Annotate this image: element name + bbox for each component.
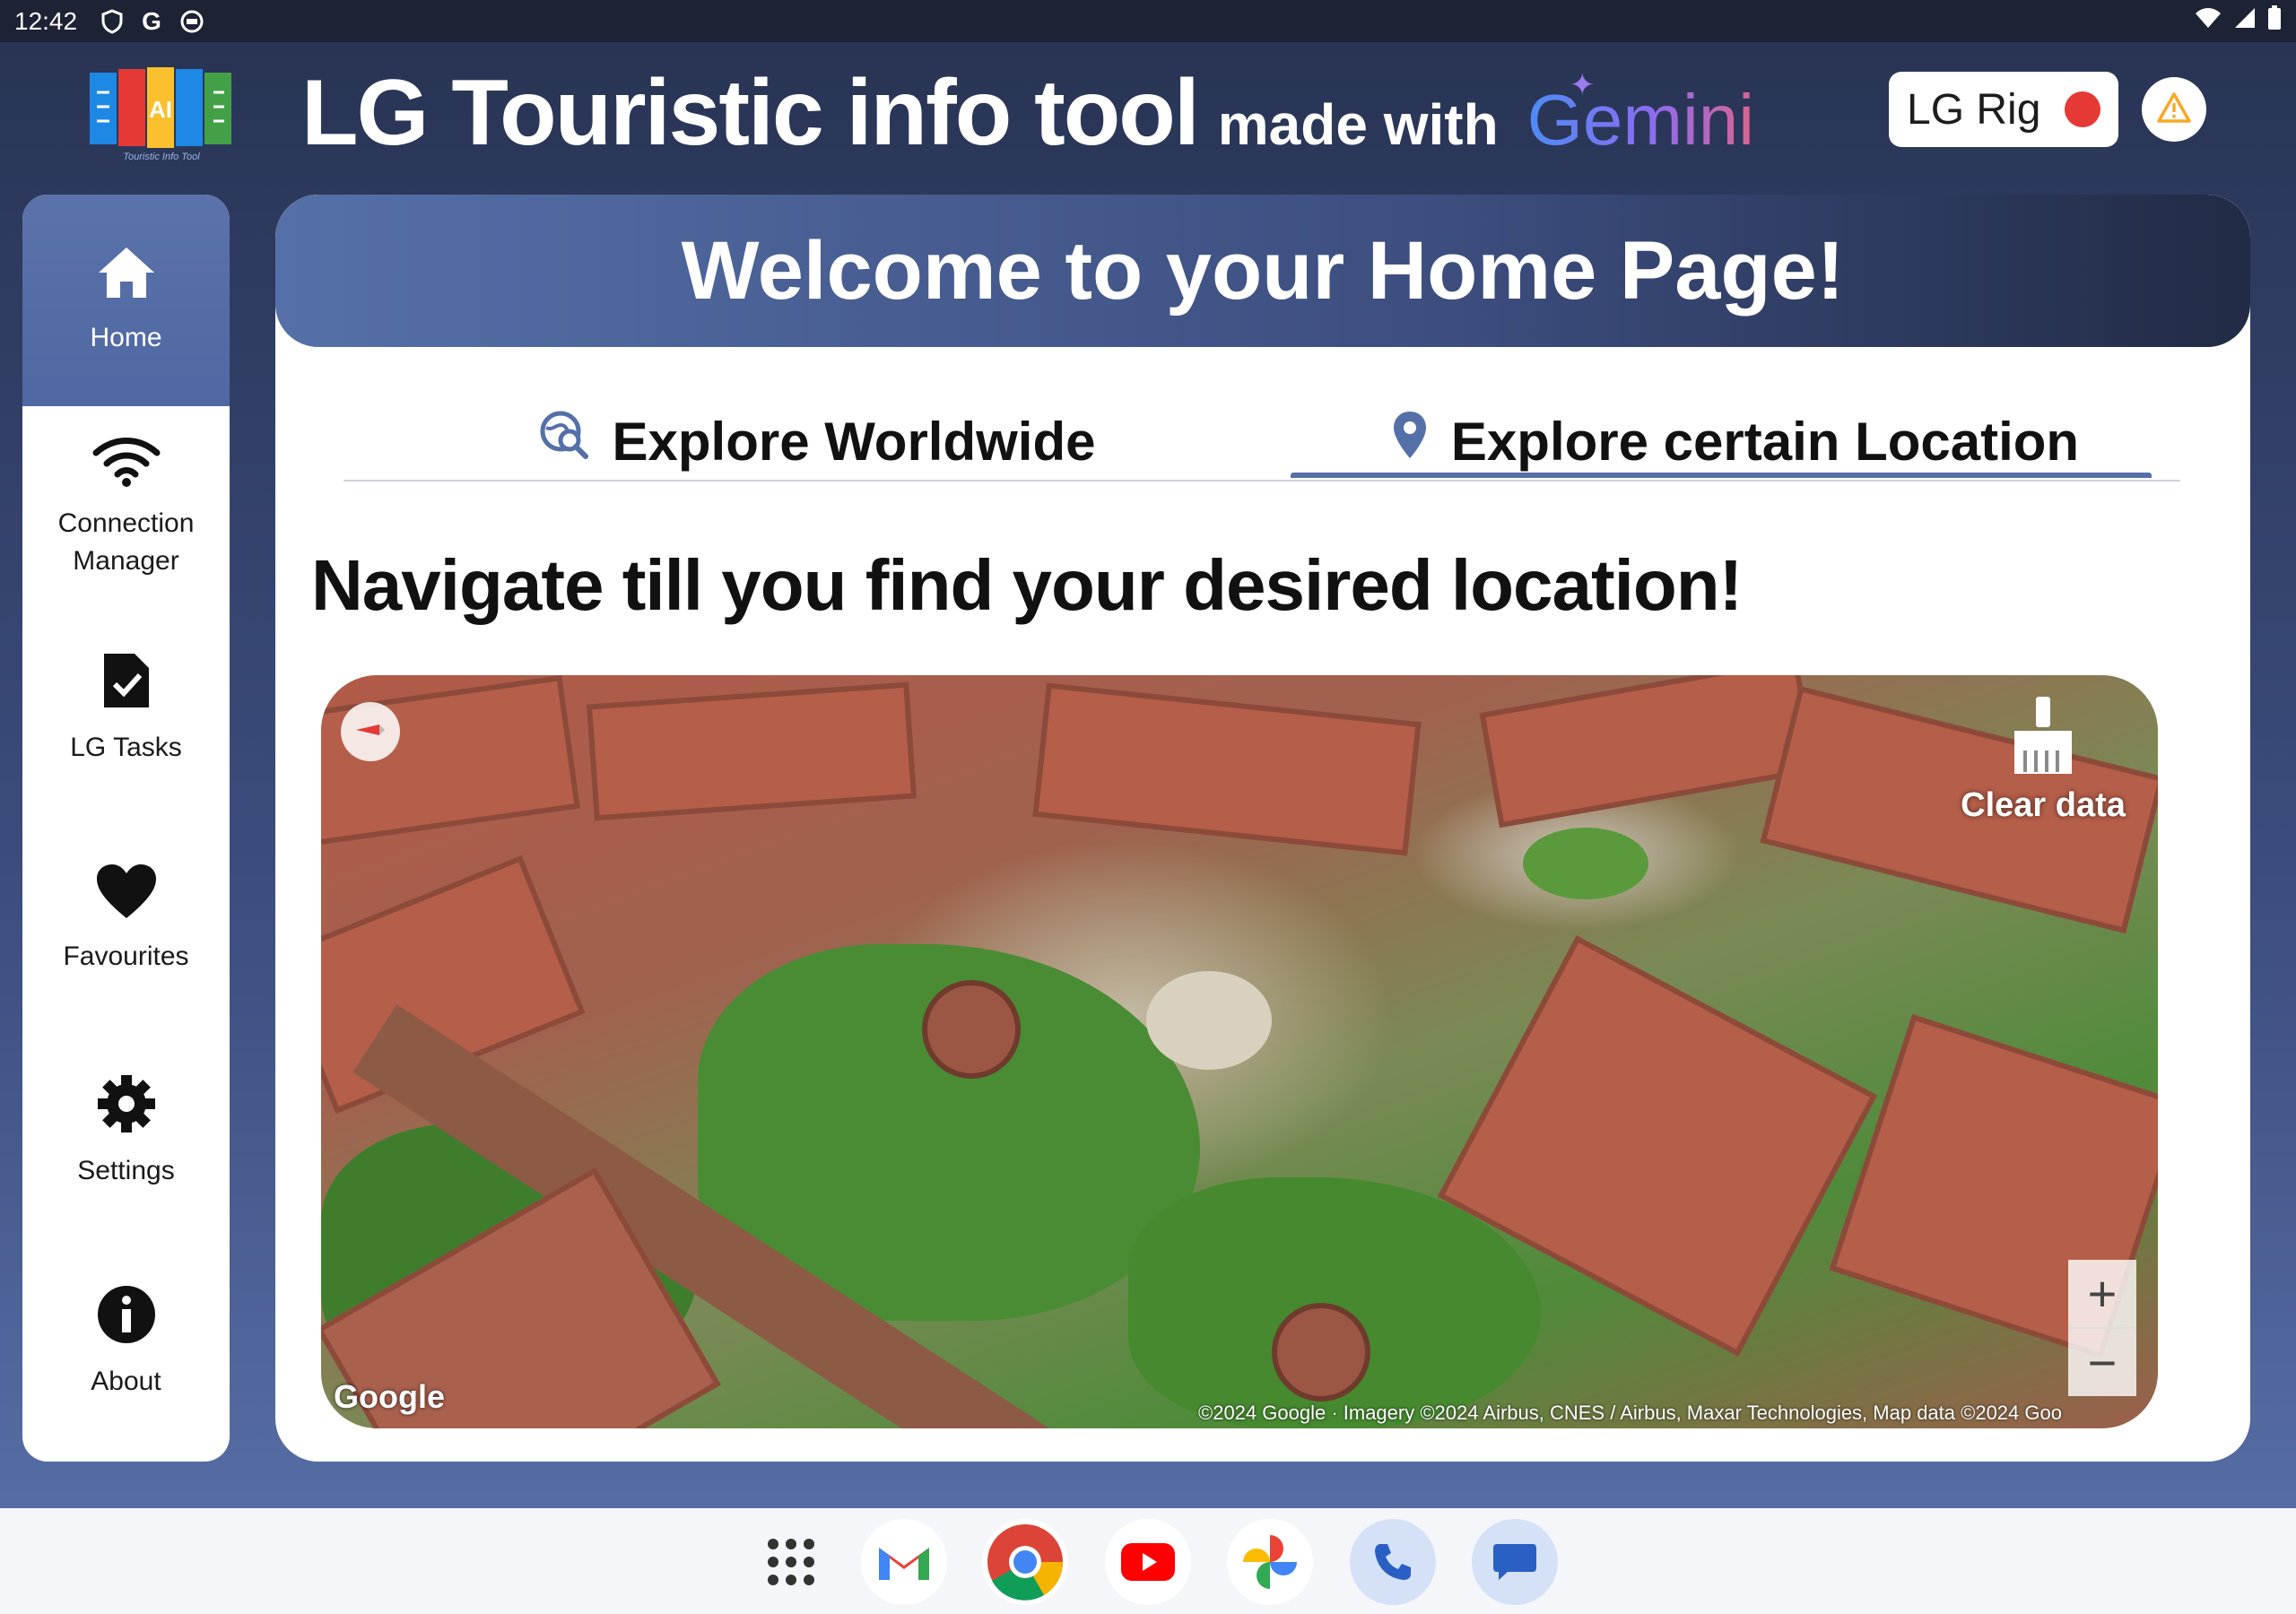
chrome-icon[interactable] [982,1519,1068,1605]
zoom-in-button[interactable]: + [2068,1260,2136,1329]
sidebar-item-favourites[interactable]: Favourites [22,863,230,976]
face-icon [179,9,204,34]
rig-status-dot [2065,91,2100,127]
battery-icon [2267,5,2282,37]
google-logo: Google [334,1378,445,1415]
map-castle-tower [922,980,1021,1079]
shield-icon [100,8,124,34]
satellite-map[interactable]: Clear data + − Google ©2024 Google · Ima… [321,675,2158,1428]
map-fountain-plaza [1146,971,1272,1070]
app-drawer-icon[interactable] [748,1519,834,1605]
main-panel: Welcome to your Home Page! Explore World… [275,195,2250,1462]
tab-selected-indicator [1291,473,2152,478]
clear-data-label: Clear data [1961,786,2126,824]
tab-bar: Explore Worldwide Explore certain Locati… [344,401,2180,482]
status-time: 12:42 [14,6,78,35]
location-pin-icon [1392,410,1428,473]
clear-data-button[interactable]: Clear data [1944,695,2142,825]
tab-label: Explore certain Location [1450,411,2080,472]
gemini-sparkle-icon: ✦ [1570,68,1596,102]
phone-icon[interactable] [1350,1519,1436,1605]
map-building-block [586,681,918,821]
sidebar-item-lg-tasks[interactable]: LG Tasks [22,650,230,767]
warning-button[interactable] [2142,77,2206,142]
sidebar-item-label: About [91,1367,161,1396]
sidebar-item-home[interactable]: Home [22,195,230,406]
map-roundabout [1523,828,1648,899]
warning-icon [2156,91,2192,128]
zoom-out-button[interactable]: − [2068,1329,2136,1396]
google-icon: G [142,6,161,35]
lg-rig-status-button[interactable]: LG Rig [1889,72,2118,147]
app-title: LG Touristic info tool made with Gemini [301,60,1754,167]
app-title-made-with: made with [1217,92,1499,157]
tab-explore-worldwide[interactable]: Explore Worldwide [344,401,1291,482]
home-icon [95,244,158,319]
gmail-icon[interactable] [861,1519,947,1605]
zoom-controls: + − [2068,1260,2136,1396]
photos-icon[interactable] [1227,1519,1313,1605]
sidebar-item-label: Favourites [63,941,189,971]
task-file-icon [100,650,152,729]
status-bar: 12:42 G [0,0,2296,42]
wifi-icon [2194,6,2222,36]
sidebar-item-settings[interactable]: Settings [22,1073,230,1190]
sidebar-nav: Home Connection Manager LG Tasks Favouri… [22,195,230,1462]
map-building-block [1032,682,1422,856]
heart-icon [95,863,158,938]
gemini-wordmark: Gemini [1526,80,1755,160]
sidebar-item-connection-manager[interactable]: Connection Manager [22,437,230,580]
broom-icon [2007,695,2079,786]
sidebar-item-label: LG Tasks [70,733,182,762]
logo-caption: Touristic Info Tool [123,152,200,162]
messages-icon[interactable] [1472,1519,1558,1605]
info-icon [96,1284,157,1363]
app-header: AI Touristic Info Tool LG Touristic info… [0,42,2296,195]
welcome-banner: Welcome to your Home Page! [275,195,2250,347]
globe-search-icon [539,410,589,473]
sidebar-item-label: Connection Manager [57,508,195,576]
map-building-block [321,675,580,846]
lg-rig-label: LG Rig [1907,85,2041,134]
app-title-main: LG Touristic info tool [301,61,1200,165]
section-heading: Navigate till you find your desired loca… [311,545,1743,625]
compass-icon [352,712,388,752]
compass-button[interactable] [341,702,400,761]
app-logo: AI Touristic Info Tool [88,65,235,171]
sidebar-item-about[interactable]: About [22,1284,230,1401]
tab-label: Explore Worldwide [612,411,1096,472]
gear-icon [96,1073,157,1152]
youtube-icon[interactable] [1105,1519,1191,1605]
map-castle-tower [1272,1303,1370,1401]
wifi-icon [92,437,161,505]
taskbar-dock [0,1508,2296,1614]
page-title: Welcome to your Home Page! [681,224,1845,317]
tab-explore-certain-location[interactable]: Explore certain Location [1291,401,2180,482]
map-attribution: ©2024 Google · Imagery ©2024 Airbus, CNE… [1198,1401,2062,1424]
sidebar-item-label: Settings [77,1156,175,1185]
map-building-block [1479,675,1818,829]
svg-text:AI: AI [149,96,172,123]
sidebar-item-label: Home [90,323,162,352]
cell-signal-icon [2233,6,2257,36]
